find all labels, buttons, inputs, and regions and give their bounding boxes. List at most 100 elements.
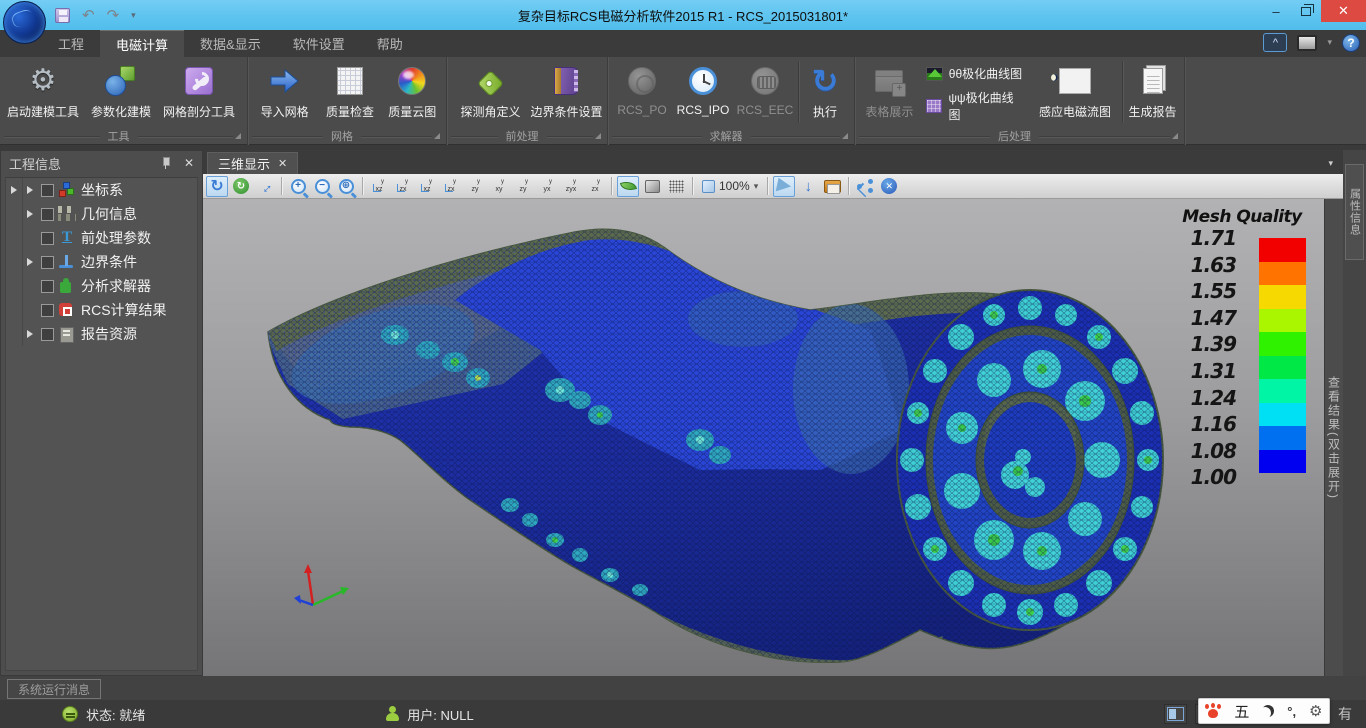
legend-band [1259, 285, 1306, 309]
rcs-eec-solver-button[interactable]: RCS_EEC [734, 59, 796, 129]
layout-left-panel-button[interactable] [1164, 704, 1187, 724]
tab-data-display[interactable]: 数据&显示 [184, 30, 277, 57]
group-expand-icon[interactable] [595, 133, 601, 139]
rcs-ipo-solver-button[interactable]: RCS_IPO [672, 59, 734, 129]
generate-report-button[interactable]: 生成报告 [1125, 59, 1180, 129]
close-view-button[interactable]: ✕ [878, 176, 900, 197]
close-button[interactable]: ✕ [1321, 0, 1366, 22]
checkbox[interactable] [41, 184, 54, 197]
tab-3d-display[interactable]: 三维显示 ✕ [207, 152, 298, 174]
view-orientation-button-7[interactable]: zy [512, 176, 534, 197]
execute-button[interactable]: ↻ 执行 [801, 59, 849, 129]
wireframe-button[interactable] [665, 176, 687, 197]
save-icon[interactable] [55, 8, 70, 23]
view-orientation-button-4[interactable]: zx [440, 176, 462, 197]
theta-polarization-curve-button[interactable]: θθ极化曲线图 [926, 65, 1024, 82]
group-expand-icon[interactable] [434, 133, 440, 139]
tree-item-preprocess-params[interactable]: T 前处理参数 [6, 226, 197, 250]
screen-dropdown-icon[interactable]: ▾ [1327, 37, 1332, 48]
checkbox[interactable] [41, 328, 54, 341]
properties-collapsed-tab[interactable]: 属性信息 [1345, 164, 1364, 260]
zoom-out-button[interactable]: − [311, 176, 333, 197]
rcs-po-solver-button[interactable]: RCS_PO [612, 59, 672, 129]
tree-item-analysis-solver[interactable]: 分析求解器 [6, 274, 197, 298]
view-orientation-button-9[interactable]: zyx [560, 176, 582, 197]
rotate-view-button[interactable]: ↻ [206, 176, 228, 197]
view-orientation-button-6[interactable]: xy [488, 176, 510, 197]
spin-view-button[interactable]: ↻ [230, 176, 252, 197]
tab-project[interactable]: 工程 [42, 30, 100, 57]
view-orientation-button-10[interactable]: zx [584, 176, 606, 197]
checkbox[interactable] [41, 304, 54, 317]
view-orientation-button-3[interactable]: xz [416, 176, 438, 197]
tree-item-geometry-info[interactable]: 几何信息 [6, 202, 197, 226]
tab-close-icon[interactable]: ✕ [278, 157, 287, 170]
import-mesh-button[interactable]: 导入网格 [252, 59, 317, 129]
zoom-in-button[interactable]: + [287, 176, 309, 197]
checkbox[interactable] [41, 256, 54, 269]
group-expand-icon[interactable] [842, 133, 848, 139]
tree-item-coordinate-system[interactable]: 坐标系 [6, 178, 197, 202]
pin-icon[interactable] [161, 157, 170, 169]
view-orientation-button-1[interactable]: xz [368, 176, 390, 197]
group-expand-icon[interactable] [1172, 133, 1178, 139]
checkbox[interactable] [41, 208, 54, 221]
tab-em-computation[interactable]: 电磁计算 [100, 30, 184, 57]
screen-icon[interactable] [1297, 35, 1317, 51]
quality-check-button[interactable]: 质量检查 [317, 59, 382, 129]
pan-view-button[interactable]: ↔ [250, 171, 280, 201]
view-orientation-button-2[interactable]: zx [392, 176, 414, 197]
ime-paw-icon[interactable] [1205, 704, 1221, 718]
quick-access-dropdown-icon[interactable]: ▾ [131, 11, 136, 20]
application-logo[interactable] [3, 1, 46, 44]
ime-settings-gear-icon[interactable]: ⚙ [1309, 702, 1322, 720]
induced-current-map-button[interactable]: 感应电磁流图 [1030, 59, 1120, 129]
boundary-condition-settings-button[interactable]: 边界条件设置 [530, 59, 603, 129]
quality-cloud-map-button[interactable]: 质量云图 [383, 59, 442, 129]
zoom-level-select[interactable]: 100% ▾ [698, 179, 762, 193]
share-view-button[interactable] [854, 176, 876, 197]
expander-icon[interactable] [27, 186, 33, 194]
checkbox[interactable] [41, 280, 54, 293]
tab-software-settings[interactable]: 软件设置 [277, 30, 361, 57]
clip-plane-button[interactable] [773, 176, 795, 197]
help-button[interactable]: ? [1342, 34, 1360, 52]
expander-icon[interactable] [27, 258, 33, 266]
view-orientation-button-5[interactable]: zy [464, 176, 486, 197]
mesh-partition-tool-button[interactable]: 网格剖分工具 [160, 59, 238, 129]
group-expand-icon[interactable] [235, 133, 241, 139]
undo-icon[interactable]: ↶ [82, 8, 95, 23]
psi-polarization-curve-button[interactable]: ψψ极化曲线图 [926, 89, 1024, 123]
collapse-ribbon-button[interactable]: ^ [1263, 33, 1287, 52]
snapshot-button[interactable] [821, 176, 843, 197]
import-view-button[interactable]: ↓ [797, 176, 819, 197]
viewport-3d-canvas[interactable]: Mesh Quality 1.71 1.63 1.55 1.47 1.39 1.… [203, 199, 1324, 676]
ime-mode-label[interactable]: 五 [1234, 701, 1249, 722]
tree-item-report-resources[interactable]: 报告资源 [6, 322, 197, 346]
smooth-shading-button[interactable] [617, 176, 639, 197]
tab-help[interactable]: 帮助 [361, 30, 419, 57]
tree-item-rcs-results[interactable]: RCS计算结果 [6, 298, 197, 322]
checkbox[interactable] [41, 232, 54, 245]
system-messages-tab[interactable]: 系统运行消息 [7, 679, 101, 699]
ime-moon-icon[interactable] [1262, 705, 1274, 717]
flat-shading-button[interactable] [641, 176, 663, 197]
tree-item-boundary-conditions[interactable]: 边界条件 [6, 250, 197, 274]
minimize-button[interactable]: – [1261, 0, 1291, 22]
restore-button[interactable] [1291, 0, 1321, 22]
results-collapsed-panel[interactable]: 查看结果(双击展开) [1324, 199, 1343, 676]
expander-icon[interactable] [11, 186, 17, 194]
expander-icon[interactable] [27, 210, 33, 218]
table-display-button[interactable]: 表格展示 [859, 59, 920, 129]
panel-close-icon[interactable]: ✕ [184, 156, 194, 170]
view-orientation-button-8[interactable]: yx [536, 176, 558, 197]
zoom-fit-button[interactable]: ⊕ [335, 176, 357, 197]
probe-angle-define-button[interactable]: 探测角定义 [451, 59, 530, 129]
launch-modeling-tool-button[interactable]: ⚙ 启动建模工具 [4, 59, 82, 129]
redo-icon[interactable]: ↷ [107, 8, 120, 23]
ime-toolbar[interactable]: 五 °, ⚙ [1198, 698, 1330, 724]
parametric-modeling-button[interactable]: 参数化建模 [82, 59, 160, 129]
tab-list-dropdown-icon[interactable]: ▾ [1328, 158, 1333, 169]
expander-icon[interactable] [27, 330, 33, 338]
ime-punctuation-icon[interactable]: °, [1287, 704, 1296, 719]
